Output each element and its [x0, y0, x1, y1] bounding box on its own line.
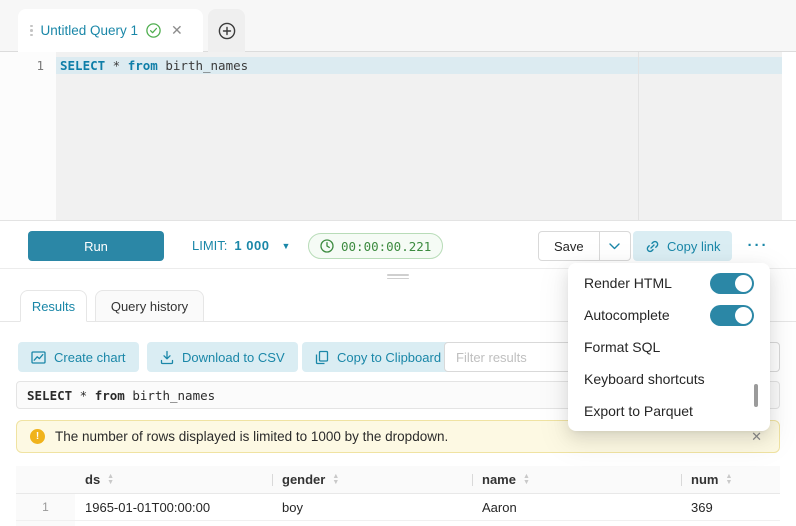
create-chart-button[interactable]: Create chart	[18, 342, 139, 372]
menu-item-label: Render HTML	[584, 275, 672, 291]
render-html-toggle[interactable]	[710, 273, 754, 294]
sort-icon[interactable]: ▲▼	[725, 474, 732, 485]
column-header-name[interactable]: name ▲▼	[472, 466, 681, 493]
cell-name: Aaron	[472, 494, 681, 520]
editor-content-area[interactable]: SELECT * from birth_names	[56, 52, 782, 220]
copy-link-label: Copy link	[667, 239, 720, 254]
query-tab-title: Untitled Query 1	[41, 23, 139, 38]
preview-table-name: birth_names	[125, 388, 215, 403]
copy-link-button[interactable]: Copy link	[633, 231, 732, 261]
column-header-ds[interactable]: ds ▲▼	[75, 466, 272, 493]
editor-print-margin	[638, 52, 639, 220]
column-label: ds	[85, 472, 100, 487]
add-query-tab-button[interactable]	[208, 9, 245, 52]
options-dropdown-menu: Render HTML Autocomplete Format SQL Keyb…	[568, 263, 770, 431]
drag-handle-icon[interactable]	[30, 25, 33, 37]
menu-item-label: Export to Parquet	[584, 403, 693, 419]
elapsed-time: 00:00:00.221	[341, 239, 431, 254]
row-index-header	[16, 466, 75, 493]
column-label: name	[482, 472, 516, 487]
create-chart-label: Create chart	[54, 350, 126, 365]
sql-keyword-from: from	[128, 58, 158, 73]
column-header-num[interactable]: num ▲▼	[681, 466, 780, 493]
query-tab-active[interactable]: Untitled Query 1 ✕	[18, 9, 203, 52]
sql-star: *	[105, 58, 128, 73]
warning-icon: !	[30, 429, 45, 444]
table-header-row: ds ▲▼ gender ▲▼ name ▲▼ num ▲▼	[16, 466, 780, 494]
sort-icon[interactable]: ▲▼	[107, 474, 114, 485]
results-table: ds ▲▼ gender ▲▼ name ▲▼ num ▲▼ 1 1965-01…	[16, 466, 780, 526]
column-header-gender[interactable]: gender ▲▼	[272, 466, 472, 493]
caret-down-icon: ▼	[281, 241, 290, 251]
menu-item-export-parquet[interactable]: Export to Parquet	[568, 395, 770, 427]
sort-icon[interactable]: ▲▼	[332, 474, 339, 485]
run-button[interactable]: Run	[28, 231, 164, 261]
download-csv-label: Download to CSV	[182, 350, 285, 365]
sql-editor[interactable]: SELECT * from birth_names 1	[0, 52, 796, 221]
row-index-cell: 1	[16, 494, 75, 520]
clock-icon	[320, 239, 334, 253]
menu-item-autocomplete[interactable]: Autocomplete	[568, 299, 770, 331]
editor-code-line[interactable]: SELECT * from birth_names	[60, 57, 248, 74]
download-icon	[160, 350, 174, 365]
chart-icon	[31, 350, 46, 365]
sql-lab-app: Untitled Query 1 ✕ SELECT * from birth_n…	[0, 0, 796, 526]
column-label: gender	[282, 472, 325, 487]
preview-keyword-select: SELECT	[27, 388, 72, 403]
download-csv-button[interactable]: Download to CSV	[147, 342, 298, 372]
sql-table-name: birth_names	[158, 58, 248, 73]
menu-item-format-sql[interactable]: Format SQL	[568, 331, 770, 363]
editor-line-number: 1	[36, 57, 44, 74]
plus-circle-icon	[218, 22, 236, 40]
copy-clipboard-button[interactable]: Copy to Clipboard	[302, 342, 454, 372]
query-tab-close-icon[interactable]: ✕	[171, 22, 183, 39]
menu-item-render-html[interactable]: Render HTML	[568, 267, 770, 299]
save-button[interactable]: Save	[539, 232, 599, 260]
editor-gutter: 1	[0, 52, 56, 220]
link-icon	[645, 239, 660, 254]
table-row-partial	[16, 521, 780, 526]
cell-num: 369	[681, 494, 780, 520]
query-timer-badge: 00:00:00.221	[308, 233, 443, 259]
more-options-button[interactable]: ···	[740, 222, 776, 269]
query-tabbar: Untitled Query 1 ✕	[0, 0, 796, 52]
limit-dropdown[interactable]: LIMIT: 1 000 ▼	[192, 222, 290, 269]
cell-gender: boy	[272, 494, 472, 520]
scrollbar-thumb[interactable]	[754, 384, 758, 407]
preview-keyword-from: from	[95, 388, 125, 403]
menu-item-keyboard-shortcuts[interactable]: Keyboard shortcuts	[568, 363, 770, 395]
save-dropdown-button[interactable]	[599, 232, 630, 260]
sql-keyword-select: SELECT	[60, 58, 105, 73]
sort-icon[interactable]: ▲▼	[523, 474, 530, 485]
query-saved-check-icon	[146, 23, 161, 38]
tab-results[interactable]: Results	[20, 290, 87, 322]
limit-value: 1 000	[234, 238, 269, 253]
column-label: num	[691, 472, 718, 487]
cell-ds: 1965-01-01T00:00:00	[75, 494, 272, 520]
pane-splitter-handle[interactable]	[386, 274, 410, 284]
tab-query-history[interactable]: Query history	[95, 290, 204, 322]
warning-message: The number of rows displayed is limited …	[55, 429, 448, 444]
menu-item-label: Autocomplete	[584, 307, 670, 323]
copy-icon	[315, 350, 329, 365]
save-split-button: Save	[538, 231, 631, 261]
editor-toolbar: Run LIMIT: 1 000 ▼ 00:00:00.221 Save Cop…	[0, 222, 796, 269]
table-row[interactable]: 1 1965-01-01T00:00:00 boy Aaron 369	[16, 494, 780, 521]
autocomplete-toggle[interactable]	[710, 305, 754, 326]
limit-label: LIMIT:	[192, 238, 227, 253]
preview-star: *	[72, 388, 95, 403]
copy-clipboard-label: Copy to Clipboard	[337, 350, 441, 365]
menu-item-label: Format SQL	[584, 339, 660, 355]
menu-item-label: Keyboard shortcuts	[584, 371, 705, 387]
